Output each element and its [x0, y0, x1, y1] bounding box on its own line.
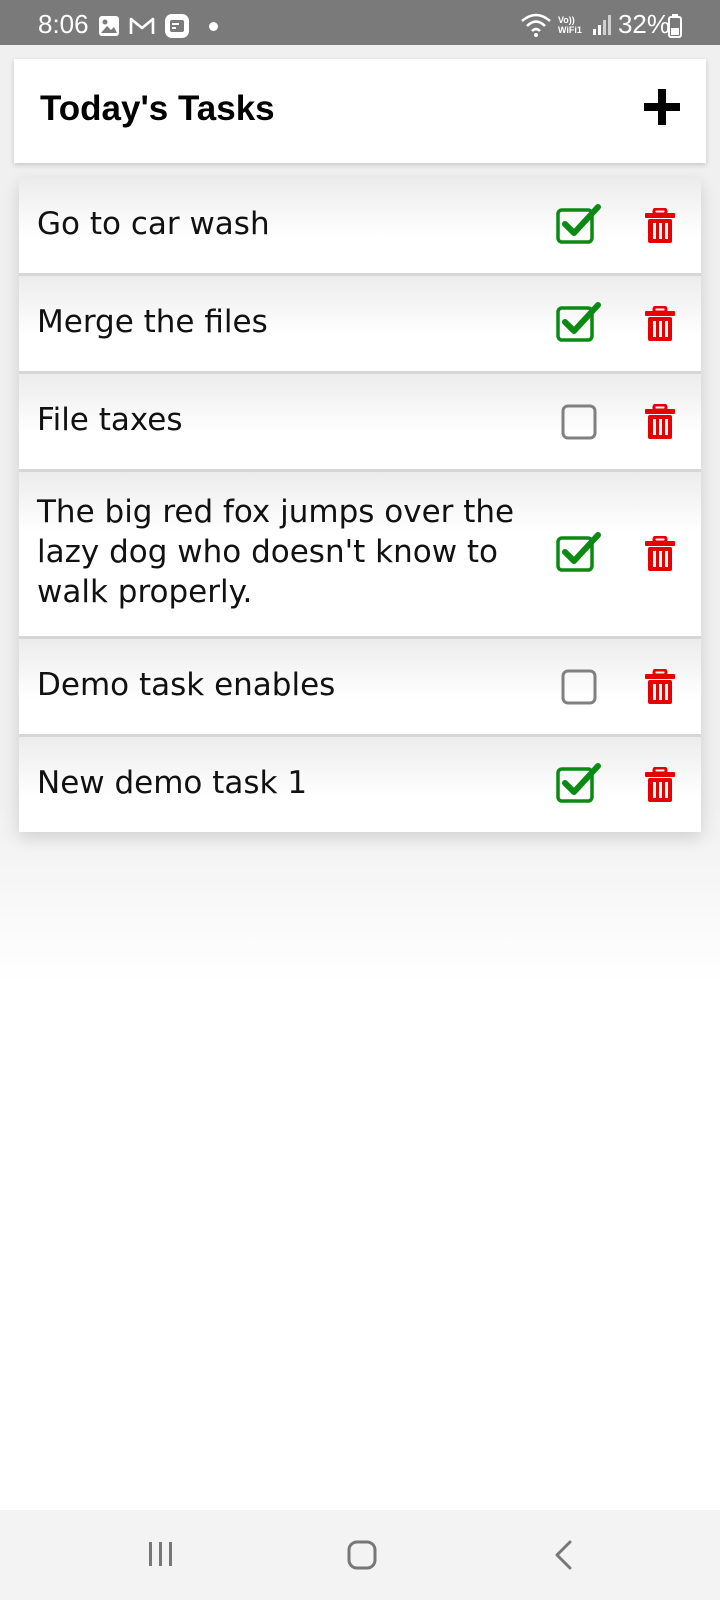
trash-icon[interactable] [643, 536, 677, 572]
checked-checkbox-icon[interactable] [556, 202, 602, 246]
task-row: New demo task 1 [19, 737, 701, 832]
battery-percentage: 32% [617, 9, 670, 39]
trash-icon[interactable] [643, 306, 677, 342]
task-text: File taxes [37, 402, 183, 438]
trash-icon[interactable] [643, 669, 677, 705]
battery-icon [668, 14, 682, 38]
notification-icons [98, 13, 218, 39]
task-row: Go to car wash [19, 178, 701, 276]
gmail-icon [129, 17, 155, 34]
home-icon[interactable] [347, 1540, 377, 1570]
task-text: Merge the files [37, 304, 268, 340]
add-task-button[interactable] [644, 89, 680, 125]
checked-checkbox-icon[interactable] [556, 530, 602, 574]
page-title: Today's Tasks [40, 89, 275, 128]
task-row: The big red fox jumps over the lazy dog … [19, 472, 701, 639]
header-card: Today's Tasks [14, 59, 706, 163]
status-bar: 8:06 Vo)) WiFi1 32% [0, 0, 720, 45]
recent-apps-icon[interactable] [147, 1540, 175, 1568]
task-text: New demo task 1 [37, 765, 308, 801]
trash-icon[interactable] [643, 208, 677, 244]
task-text: Demo task enables [37, 667, 336, 703]
task-row: File taxes [19, 374, 701, 472]
plus-icon [644, 89, 680, 125]
task-list: Go to car wash Merge the files File taxes T… [19, 178, 701, 832]
wifi-icon [521, 13, 551, 37]
trash-icon[interactable] [643, 767, 677, 803]
task-row: Demo task enables [19, 639, 701, 737]
trash-icon[interactable] [643, 404, 677, 440]
signal-icon [592, 14, 611, 35]
gallery-icon [99, 16, 119, 36]
navigation-bar [0, 1510, 720, 1600]
unchecked-checkbox-icon[interactable] [556, 398, 602, 442]
status-time: 8:06 [38, 9, 89, 39]
status-right: Vo)) WiFi1 32% [520, 9, 670, 40]
back-icon[interactable] [553, 1540, 573, 1570]
checked-checkbox-icon[interactable] [556, 761, 602, 805]
unchecked-checkbox-icon[interactable] [556, 663, 602, 707]
checked-checkbox-icon[interactable] [556, 300, 602, 344]
app-notification-icon [165, 14, 189, 38]
task-text: The big red fox jumps over the lazy dog … [37, 494, 515, 610]
network-label: Vo)) WiFi1 [557, 14, 582, 35]
task-text: Go to car wash [37, 206, 270, 242]
notification-dot-icon [209, 21, 218, 31]
task-row: Merge the files [19, 276, 701, 374]
